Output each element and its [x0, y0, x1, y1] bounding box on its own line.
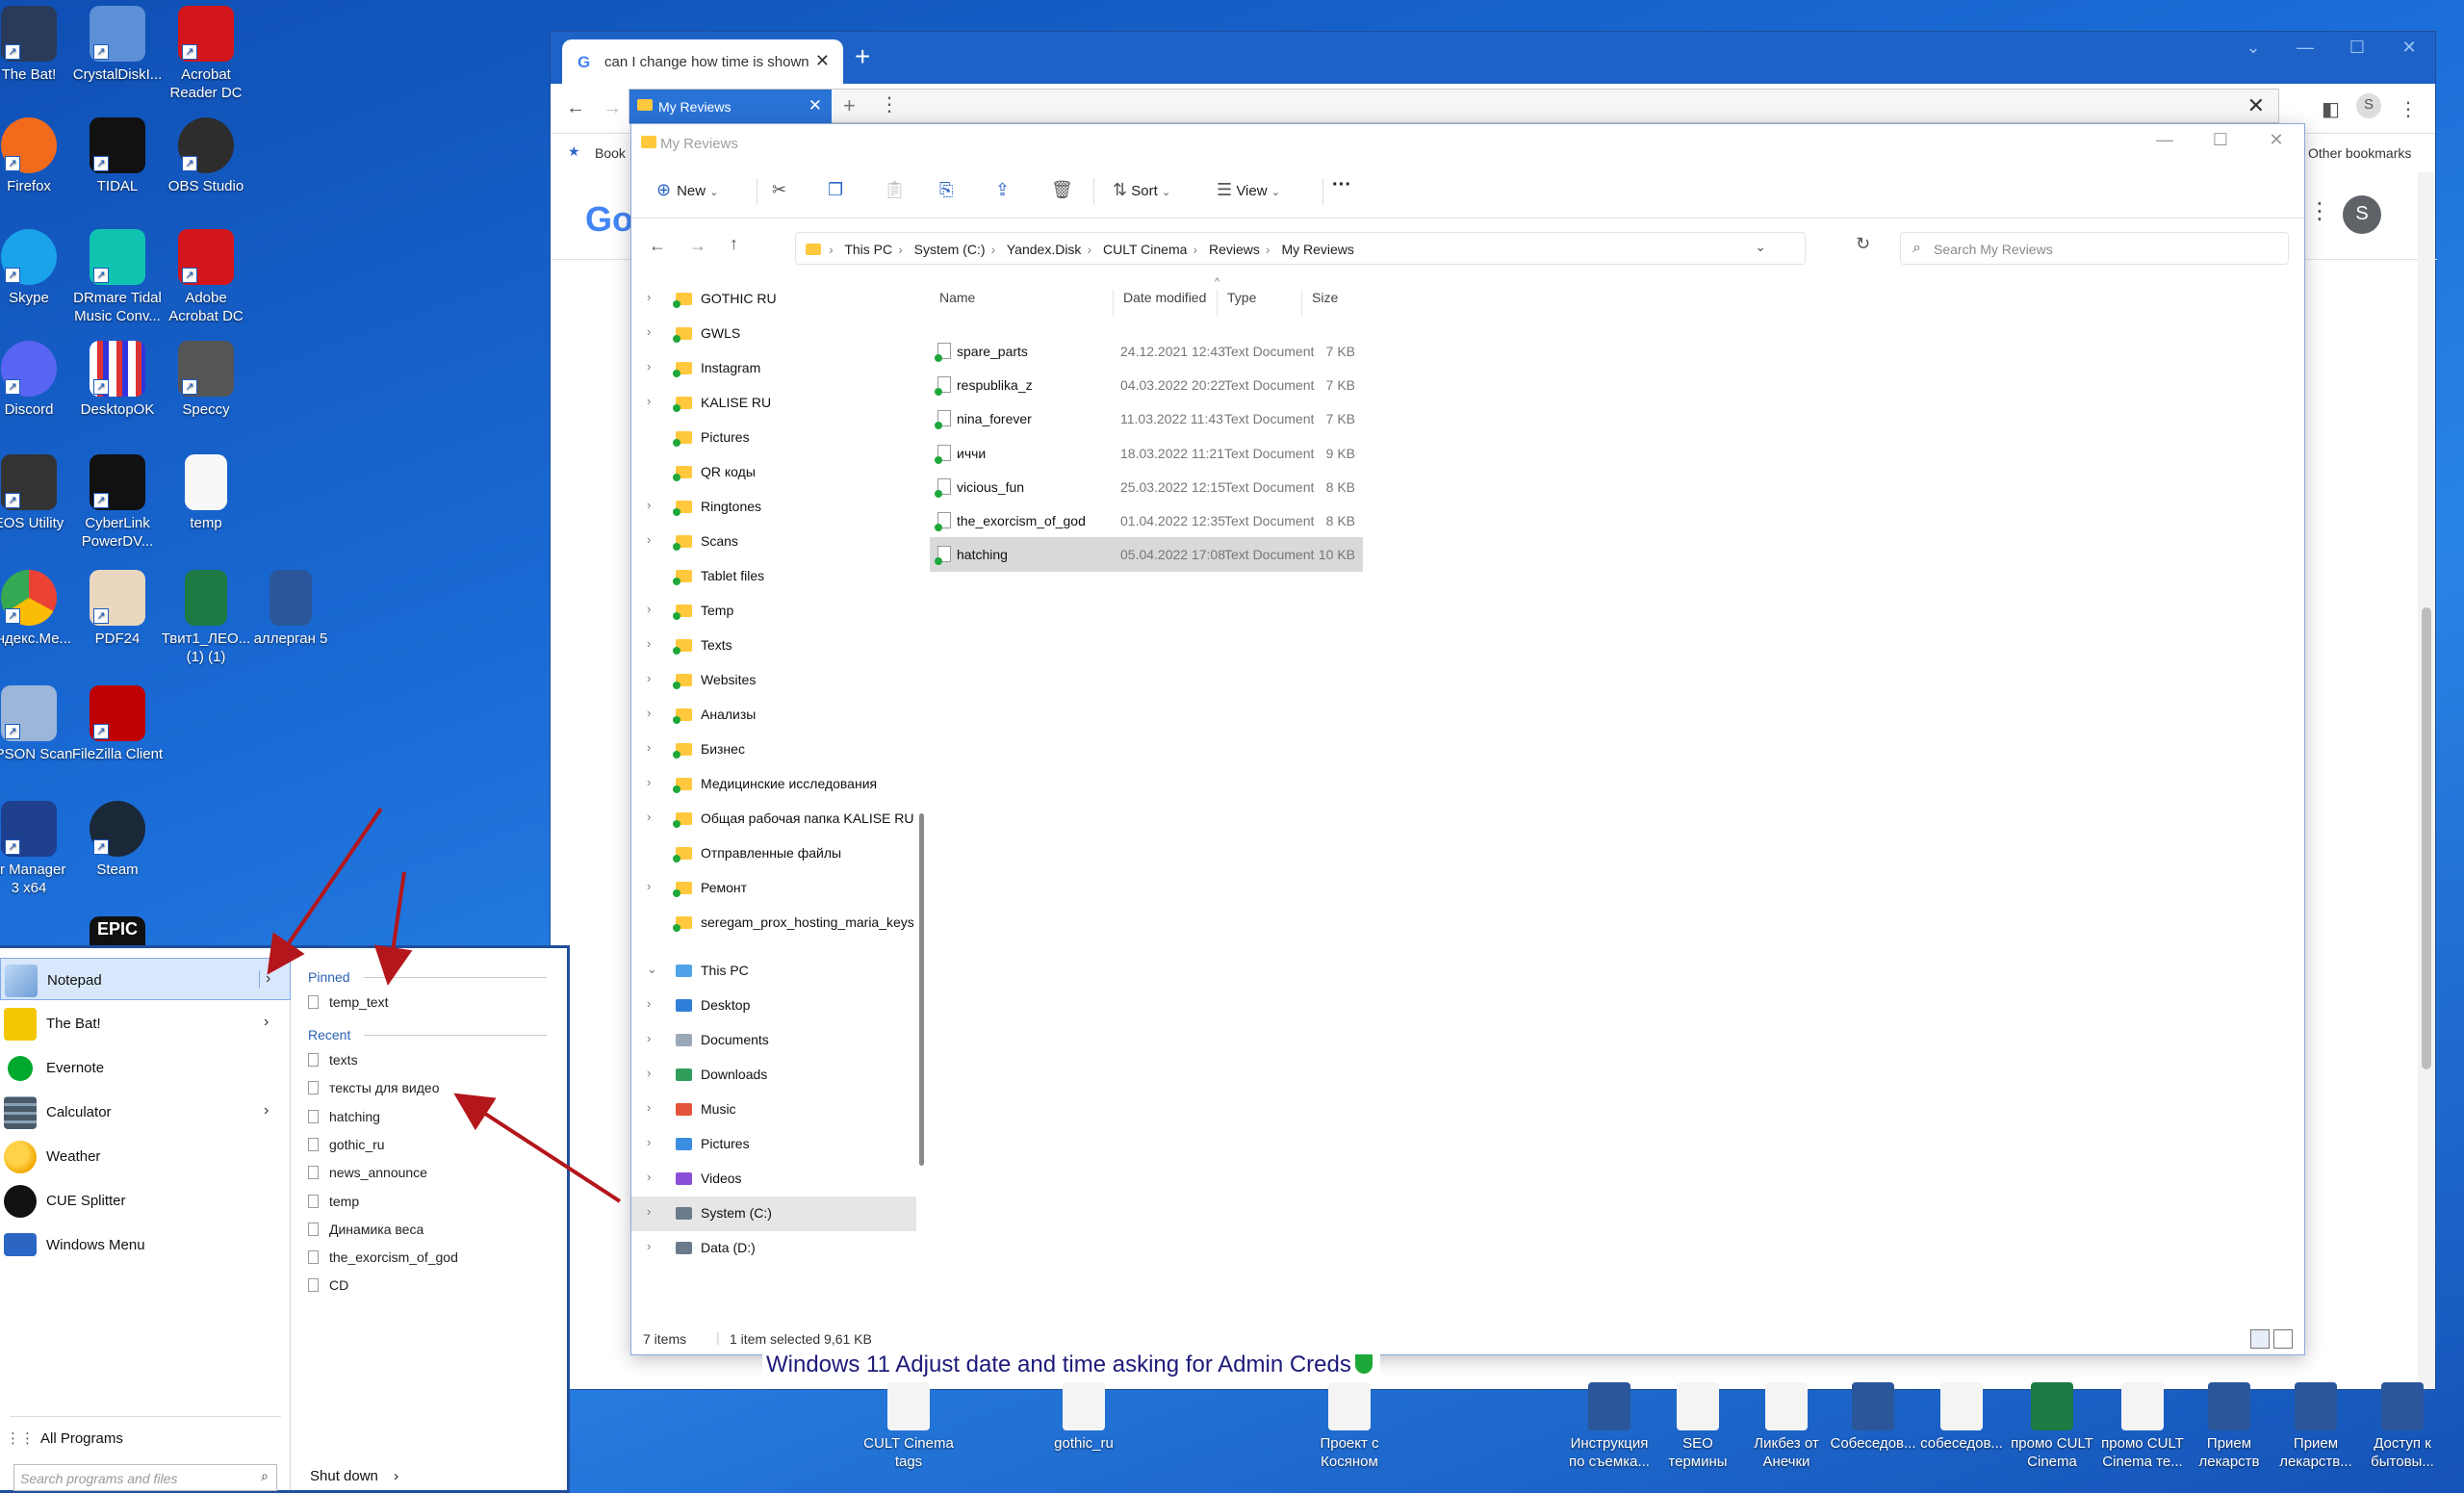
arrow-to-recent-item: [453, 1093, 622, 1203]
annotation-arrows: [267, 807, 622, 1203]
arrow-to-pinned: [373, 871, 413, 986]
arrow-to-notepad-expand: [267, 807, 383, 975]
